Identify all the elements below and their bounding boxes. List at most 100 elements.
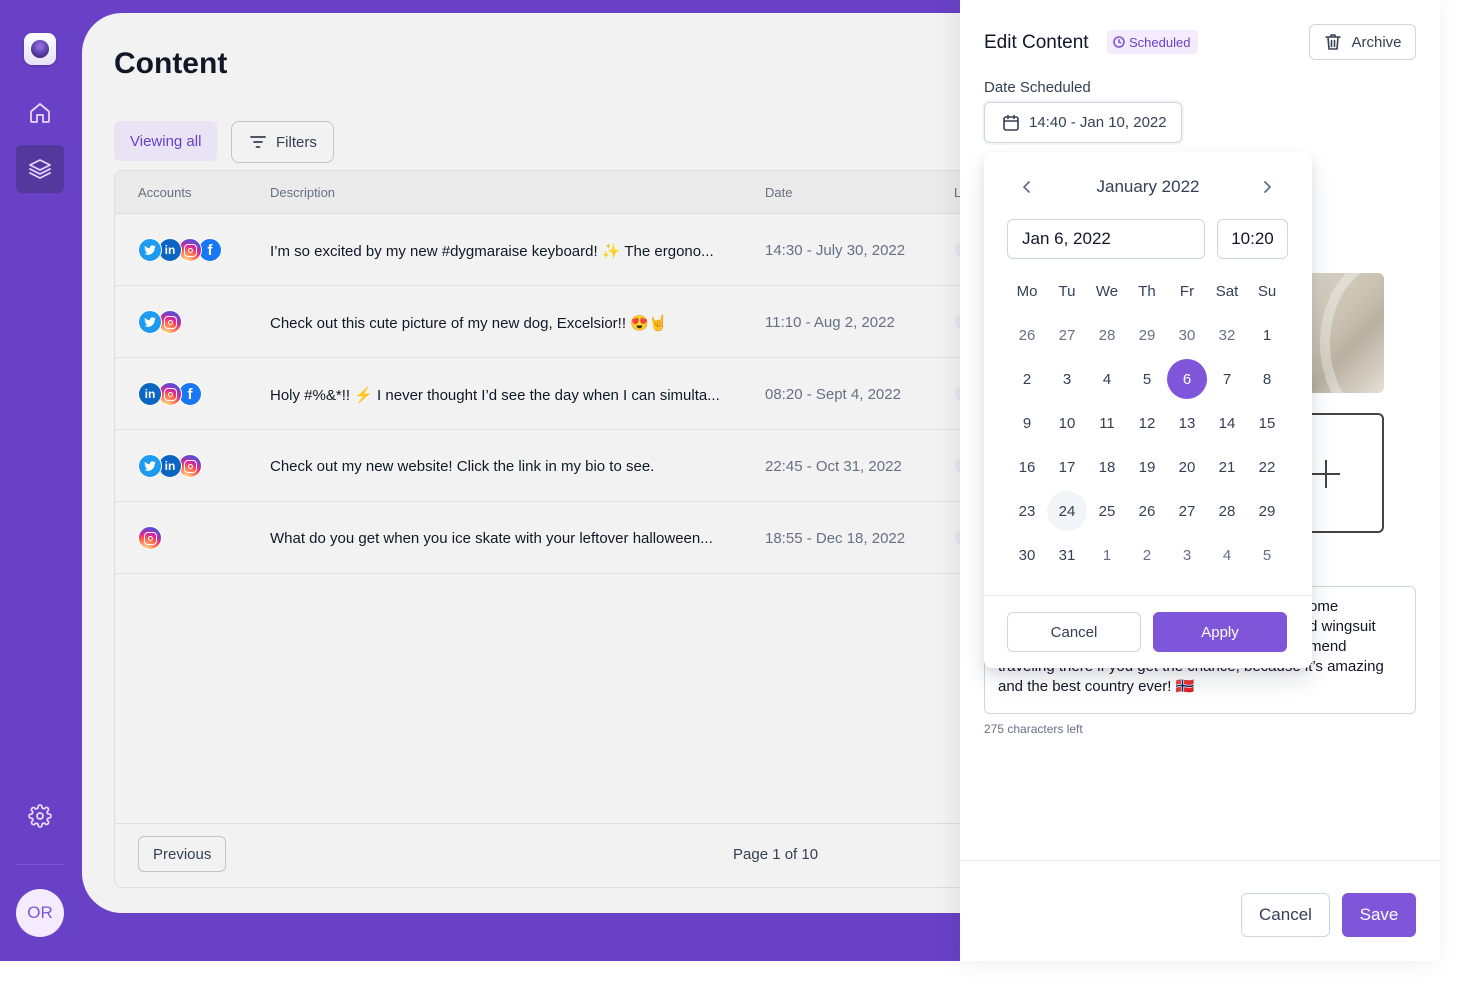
calendar-day[interactable]: 16	[1007, 447, 1047, 487]
calendar-day[interactable]: 27	[1047, 315, 1087, 355]
calendar-day[interactable]: 7	[1207, 359, 1247, 399]
calendar-day[interactable]: 9	[1007, 403, 1047, 443]
cancel-button[interactable]: Cancel	[1241, 893, 1330, 937]
row-date: 14:30 - July 30, 2022	[765, 242, 906, 259]
col-description: Description	[270, 185, 336, 200]
archive-button[interactable]: Archive	[1309, 24, 1416, 60]
linkedin-icon: in	[138, 382, 162, 406]
twitter-icon	[138, 454, 162, 478]
calendar-day[interactable]: 30	[1167, 315, 1207, 355]
calendar-day[interactable]: 29	[1247, 491, 1287, 531]
trash-icon	[1325, 34, 1342, 50]
table-row[interactable]: in Check out my new website! Click the li…	[115, 430, 1082, 502]
instagram-icon	[138, 526, 162, 550]
calendar-day[interactable]: 1	[1247, 315, 1287, 355]
save-button[interactable]: Save	[1342, 893, 1416, 937]
row-date: 08:20 - Sept 4, 2022	[765, 386, 901, 403]
home-icon	[30, 103, 50, 123]
date-picker-popover: January 2022 Jan 6, 2022 10:20 Mo Tu We Th F…	[984, 152, 1312, 668]
page-title: Content	[114, 47, 228, 80]
calendar-day[interactable]: 13	[1167, 403, 1207, 443]
col-date: Date	[765, 185, 793, 200]
calendar-day[interactable]: 14	[1207, 403, 1247, 443]
characters-left: 275 characters left	[984, 722, 1083, 736]
date-scheduled-value: 14:40 - Jan 10, 2022	[1029, 114, 1167, 131]
row-description: Check out this cute picture of my new do…	[270, 315, 668, 332]
tab-viewing-all[interactable]: Viewing all	[114, 121, 218, 161]
weekday-header: Tu	[1058, 282, 1076, 300]
calendar-day[interactable]: 10	[1047, 403, 1087, 443]
picker-time-input[interactable]: 10:20	[1217, 219, 1288, 259]
picker-apply-button[interactable]: Apply	[1153, 612, 1287, 652]
twitter-icon	[138, 238, 162, 262]
media-thumbnail[interactable]	[1310, 273, 1384, 393]
calendar-day[interactable]: 31	[1047, 535, 1087, 575]
calendar-day[interactable]: 30	[1007, 535, 1047, 575]
calendar-day[interactable]: 26	[1007, 315, 1047, 355]
calendar-day[interactable]: 12	[1127, 403, 1167, 443]
calendar-day[interactable]: 3	[1047, 359, 1087, 399]
picker-cancel-button[interactable]: Cancel	[1007, 612, 1141, 652]
pagination: Previous Page 1 of 10	[115, 823, 1082, 889]
calendar-day[interactable]: 28	[1087, 315, 1127, 355]
calendar-day[interactable]: 5	[1247, 535, 1287, 575]
calendar-day[interactable]: 5	[1127, 359, 1167, 399]
date-scheduled-input[interactable]: 14:40 - Jan 10, 2022	[984, 102, 1182, 143]
calendar-day-selected[interactable]: 6	[1167, 359, 1207, 399]
weekday-header: Th	[1138, 282, 1156, 300]
calendar-day[interactable]: 27	[1167, 491, 1207, 531]
table-row[interactable]: in f I’m so excited by my new #dygmaraise …	[115, 214, 1082, 286]
calendar-day[interactable]: 21	[1207, 447, 1247, 487]
nav-settings[interactable]	[16, 792, 64, 840]
calendar-day[interactable]: 3	[1167, 535, 1207, 575]
table-header: Accounts Description Date L	[115, 171, 1082, 214]
calendar-day[interactable]: 1	[1087, 535, 1127, 575]
previous-button[interactable]: Previous	[138, 836, 227, 872]
row-description: Holy #%&*!! ⚡ I never thought I’d see th…	[270, 387, 720, 404]
filter-lines-icon	[250, 136, 266, 148]
avatar[interactable]: OR	[16, 889, 64, 937]
row-date: 18:55 - Dec 18, 2022	[765, 530, 906, 547]
calendar-day[interactable]: 20	[1167, 447, 1207, 487]
calendar-day[interactable]: 8	[1247, 359, 1287, 399]
calendar-day[interactable]: 15	[1247, 403, 1287, 443]
calendar-day[interactable]: 22	[1247, 447, 1287, 487]
weekday-header: Mo	[1016, 282, 1038, 300]
nav-home[interactable]	[16, 89, 64, 137]
content-table: Accounts Description Date L in f I’m so ex…	[114, 170, 1082, 888]
picker-date-input[interactable]: Jan 6, 2022	[1007, 219, 1205, 259]
calendar-day[interactable]: 2	[1007, 359, 1047, 399]
next-month-button[interactable]	[1251, 179, 1283, 195]
app-logo[interactable]	[24, 33, 56, 65]
table-row[interactable]: What do you get when you ice skate with …	[115, 502, 1082, 574]
add-media-button[interactable]	[1310, 413, 1384, 533]
calendar-day[interactable]: 23	[1007, 491, 1047, 531]
clock-icon	[1113, 36, 1125, 48]
calendar-day[interactable]: 4	[1087, 359, 1127, 399]
twitter-icon	[138, 310, 162, 334]
calendar-day[interactable]: 19	[1127, 447, 1167, 487]
calendar-day[interactable]: 24	[1047, 491, 1087, 531]
calendar-day[interactable]: 17	[1047, 447, 1087, 487]
table-row[interactable]: in f Holy #%&*!! ⚡ I never thought I’d see…	[115, 358, 1082, 430]
row-description: I’m so excited by my new #dygmaraise key…	[270, 243, 714, 260]
chevron-right-icon	[1264, 181, 1271, 193]
panel-footer-divider	[960, 860, 1440, 861]
calendar-day[interactable]: 4	[1207, 535, 1247, 575]
weekday-header: Su	[1257, 282, 1277, 300]
calendar-icon	[1003, 114, 1019, 131]
calendar-day[interactable]: 18	[1087, 447, 1127, 487]
calendar-day[interactable]: 25	[1087, 491, 1127, 531]
calendar-day[interactable]: 32	[1207, 315, 1247, 355]
calendar-day[interactable]: 26	[1127, 491, 1167, 531]
calendar-day[interactable]: 28	[1207, 491, 1247, 531]
nav-content[interactable]	[16, 145, 64, 193]
row-date: 11:10 - Aug 2, 2022	[765, 314, 895, 331]
calendar-day[interactable]: 11	[1087, 403, 1127, 443]
calendar-day[interactable]: 2	[1127, 535, 1167, 575]
caption-line: and the best country ever! 🇳🇴	[998, 678, 1195, 695]
calendar-day[interactable]: 29	[1127, 315, 1167, 355]
content-main: Content Viewing all Filters Accounts Des…	[82, 13, 1082, 913]
table-row[interactable]: Check out this cute picture of my new do…	[115, 286, 1082, 358]
filters-button[interactable]: Filters	[231, 121, 334, 163]
